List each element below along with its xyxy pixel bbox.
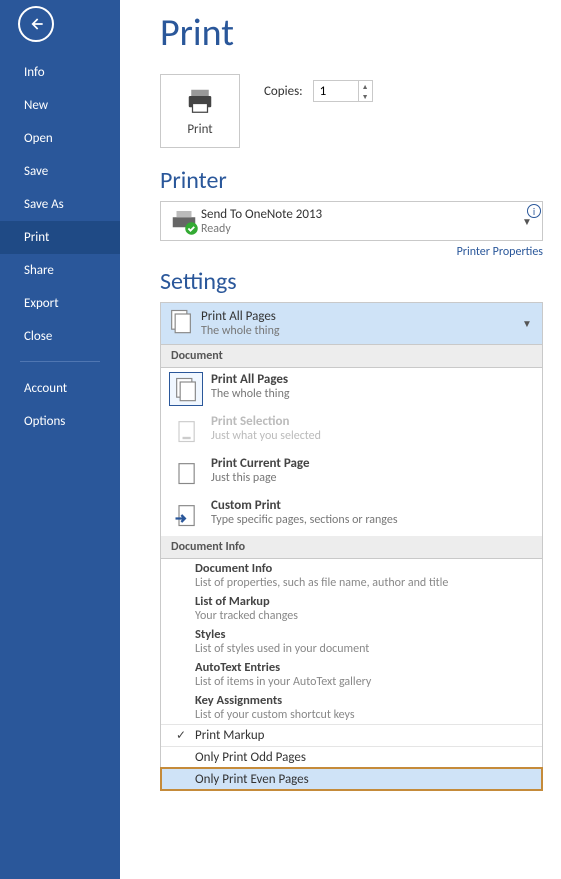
print-button[interactable]: Print xyxy=(160,74,240,148)
opt-print-all-pages[interactable]: Print All PagesThe whole thing xyxy=(161,368,542,410)
printer-properties-link[interactable]: Printer Properties xyxy=(160,245,543,259)
opt-sub: List of properties, such as file name, a… xyxy=(195,576,532,590)
nav-options[interactable]: Options xyxy=(0,405,120,438)
main-content: Print Print Copies: ▲ ▼ i Printer Send T… xyxy=(120,0,561,879)
nav-print[interactable]: Print xyxy=(0,221,120,254)
page-selection-icon xyxy=(169,414,203,448)
opt-autotext-entries[interactable]: AutoText EntriesList of items in your Au… xyxy=(161,658,542,691)
opt-title: Print All Pages xyxy=(211,372,290,387)
nav-save[interactable]: Save xyxy=(0,155,120,188)
opt-print-selection: Print SelectionJust what you selected xyxy=(161,410,542,452)
toggle-label: Only Print Odd Pages xyxy=(191,750,306,765)
print-what-selected[interactable]: Print All Pages The whole thing ▼ xyxy=(161,303,542,345)
page-title: Print xyxy=(160,10,543,56)
opt-sub: Type specific pages, sections or ranges xyxy=(211,513,398,527)
nav-divider xyxy=(20,361,100,362)
opt-sub: Just what you selected xyxy=(211,429,321,443)
opt-print-current-page[interactable]: Print Current PageJust this page xyxy=(161,452,542,494)
toggle-print-markup[interactable]: ✓Print Markup xyxy=(161,724,542,746)
opt-sub: Your tracked changes xyxy=(195,609,532,623)
toggle-label: Print Markup xyxy=(191,728,265,743)
backstage-sidebar: Info New Open Save Save As Print Share E… xyxy=(0,0,120,879)
back-button[interactable] xyxy=(18,6,54,42)
printer-status: Ready xyxy=(201,222,518,236)
print-button-label: Print xyxy=(187,122,212,137)
nav-info[interactable]: Info xyxy=(0,56,120,89)
opt-title: List of Markup xyxy=(195,594,532,609)
opt-document-info[interactable]: Document InfoList of properties, such as… xyxy=(161,559,542,592)
opt-title: Key Assignments xyxy=(195,693,532,708)
spin-down-icon[interactable]: ▼ xyxy=(359,91,372,101)
opt-sub: Just this page xyxy=(211,471,309,485)
opt-title: Print Selection xyxy=(211,414,321,429)
copies-control: Copies: ▲ ▼ xyxy=(264,80,373,102)
opt-sub: List of your custom shortcut keys xyxy=(195,708,532,722)
printer-icon xyxy=(185,86,215,116)
opt-custom-print[interactable]: Custom PrintType specific pages, section… xyxy=(161,494,542,536)
opt-title: Print Current Page xyxy=(211,456,309,471)
page-icon xyxy=(169,456,203,490)
print-what-dropdown: Print All Pages The whole thing ▼ Docume… xyxy=(160,302,543,791)
back-arrow-icon xyxy=(26,14,46,34)
category-document-info: Document Info xyxy=(161,536,542,559)
opt-sub: The whole thing xyxy=(211,387,290,401)
copies-spinner[interactable]: ▲ ▼ xyxy=(313,80,373,102)
opt-sub: List of items in your AutoText gallery xyxy=(195,675,532,689)
toggle-even-pages[interactable]: Only Print Even Pages xyxy=(161,768,542,790)
nav-close[interactable]: Close xyxy=(0,320,120,353)
category-document: Document xyxy=(161,345,542,368)
opt-title: AutoText Entries xyxy=(195,660,532,675)
settings-section-title: Settings xyxy=(160,267,543,296)
nav-account[interactable]: Account xyxy=(0,372,120,405)
printer-section-title: Printer xyxy=(160,166,543,195)
printer-name: Send To OneNote 2013 xyxy=(201,207,518,222)
print-what-title: Print All Pages xyxy=(201,309,518,324)
spin-up-icon[interactable]: ▲ xyxy=(359,81,372,91)
printer-dropdown[interactable]: Send To OneNote 2013 Ready ▼ xyxy=(160,201,543,241)
nav-open[interactable]: Open xyxy=(0,122,120,155)
pages-icon xyxy=(169,372,203,406)
toggle-odd-pages[interactable]: Only Print Odd Pages xyxy=(161,746,542,768)
checkmark-icon: ✓ xyxy=(171,728,191,743)
nav-share[interactable]: Share xyxy=(0,254,120,287)
opt-title: Styles xyxy=(195,627,532,642)
opt-list-of-markup[interactable]: List of MarkupYour tracked changes xyxy=(161,592,542,625)
printer-status-icon xyxy=(167,206,201,236)
toggle-label: Only Print Even Pages xyxy=(191,772,309,787)
print-row: Print Copies: ▲ ▼ xyxy=(160,74,543,148)
nav-save-as[interactable]: Save As xyxy=(0,188,120,221)
opt-sub: List of styles used in your document xyxy=(195,642,532,656)
opt-title: Document Info xyxy=(195,561,532,576)
print-what-sub: The whole thing xyxy=(201,324,518,338)
nav-export[interactable]: Export xyxy=(0,287,120,320)
chevron-down-icon: ▼ xyxy=(518,215,536,228)
nav-new[interactable]: New xyxy=(0,89,120,122)
page-custom-icon xyxy=(169,498,203,532)
opt-styles[interactable]: StylesList of styles used in your docume… xyxy=(161,625,542,658)
pages-icon xyxy=(167,307,201,340)
opt-title: Custom Print xyxy=(211,498,398,513)
copies-label: Copies: xyxy=(264,84,303,99)
opt-key-assignments[interactable]: Key AssignmentsList of your custom short… xyxy=(161,691,542,724)
chevron-down-icon: ▼ xyxy=(518,317,536,330)
